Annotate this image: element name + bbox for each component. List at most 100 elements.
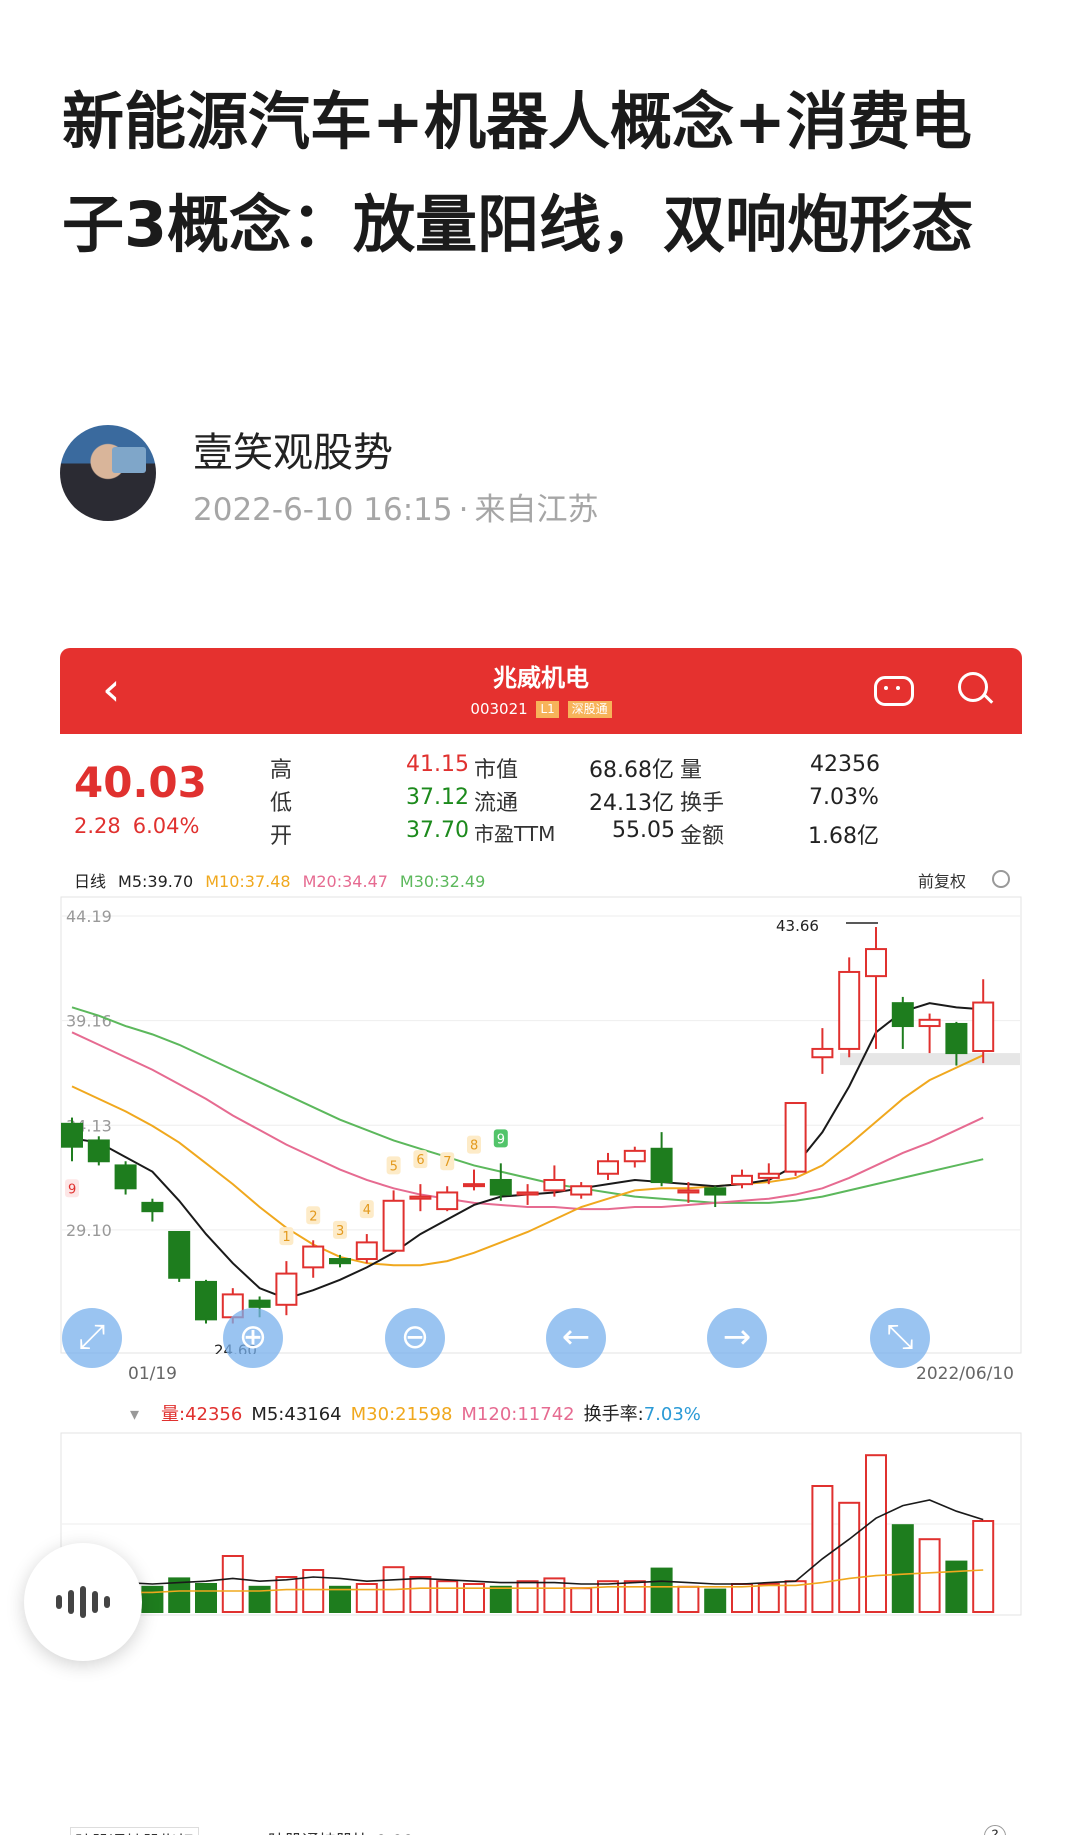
- volume-bar: [597, 1580, 619, 1613]
- candle: [114, 1164, 137, 1190]
- robot-icon[interactable]: [874, 676, 914, 706]
- holding-ratio: 陆股通持股比:0.00: [268, 1827, 414, 1835]
- td-count: 8: [470, 1139, 478, 1154]
- volume-bar: [757, 1583, 780, 1613]
- volume-bar: [972, 1520, 995, 1613]
- volume-bar: [731, 1583, 753, 1613]
- high-price-label: 43.66: [776, 917, 819, 935]
- candle: [61, 1122, 83, 1148]
- volume-bar: [436, 1580, 459, 1613]
- candle: [195, 1280, 217, 1321]
- quote-label-open: 开: [270, 824, 293, 849]
- candle: [918, 1018, 941, 1028]
- volume-chart[interactable]: [60, 1432, 1022, 1616]
- quote-label-low: 低: [270, 791, 293, 816]
- change-amount: 2.28: [74, 814, 121, 838]
- question-icon[interactable]: ?: [984, 1825, 1006, 1835]
- volume-bar: [918, 1538, 941, 1613]
- author-name[interactable]: 壹笑观股势: [193, 420, 393, 478]
- chevron-down-icon[interactable]: ▾: [130, 1404, 152, 1425]
- volume-bar: [677, 1585, 700, 1614]
- volume-bar: [865, 1454, 887, 1614]
- quote-value-high: 41.15: [406, 752, 469, 777]
- volume-bar: [141, 1585, 164, 1614]
- candle: [543, 1178, 566, 1192]
- candle: [275, 1272, 298, 1306]
- date-end: 2022/06/10: [916, 1364, 1014, 1384]
- volume-bar: [195, 1583, 217, 1613]
- indicator-select[interactable]: 陆股通持股指标: [70, 1827, 199, 1835]
- change-percent: 6.04%: [132, 814, 200, 838]
- candle: [811, 1047, 834, 1059]
- quote-label-turnover: 换手: [680, 791, 725, 816]
- volume-bar: [275, 1576, 298, 1613]
- td-count: 3: [336, 1224, 344, 1239]
- turnover-label: 换手率:: [583, 1404, 644, 1425]
- quote-value-amount: 1.68亿: [808, 824, 879, 849]
- last-price: 40.03: [74, 758, 207, 807]
- td-count: 2: [309, 1209, 317, 1224]
- candle: [784, 1102, 807, 1173]
- ma20-label: M20:34.47: [302, 872, 388, 891]
- quote-label-vol: 量: [680, 758, 703, 783]
- quote-label-float: 流通: [474, 791, 519, 816]
- date-start: 01/19: [128, 1364, 177, 1384]
- meta-separator: ·: [458, 492, 469, 528]
- candle: [972, 1001, 995, 1053]
- td-count: 7: [443, 1155, 451, 1170]
- quote-value-low: 37.12: [406, 785, 469, 810]
- candle: [757, 1172, 780, 1179]
- candlestick-chart[interactable]: 44.1939.1634.1329.10123456789943.6624.60: [60, 896, 1022, 1354]
- y-tick-label: 39.16: [66, 1012, 112, 1031]
- zoom-in-icon[interactable]: ⊕: [223, 1308, 283, 1368]
- quote-value-pe: 55.05: [612, 818, 675, 843]
- price-band: [840, 1053, 1020, 1066]
- quote-value-vol: 42356: [810, 752, 880, 777]
- candle: [436, 1191, 459, 1211]
- candle: [489, 1178, 512, 1196]
- candle: [677, 1189, 700, 1194]
- candle: [382, 1199, 405, 1252]
- adjust-mode[interactable]: 前复权: [918, 868, 966, 892]
- quote-panel: 40.03 2.28 6.04% 高 41.15 低 37.12 开 37.70 …: [60, 734, 1022, 849]
- candle: [141, 1201, 164, 1213]
- volume-bar: [891, 1524, 914, 1613]
- volume-bar: [355, 1583, 378, 1613]
- quote-value-turnover: 7.03%: [809, 785, 879, 810]
- gear-icon[interactable]: [992, 870, 1010, 888]
- quote-label-amount: 金额: [680, 824, 725, 849]
- search-icon[interactable]: [958, 672, 988, 702]
- voice-float-button[interactable]: [24, 1543, 142, 1661]
- shrink-icon[interactable]: ⤢: [62, 1308, 122, 1368]
- quote-value-mcap: 68.68亿: [589, 758, 674, 783]
- arrow-right-icon[interactable]: →: [707, 1308, 767, 1368]
- quote-value-float: 24.13亿: [589, 791, 674, 816]
- quote-label-pe: 市盈TTM: [474, 822, 556, 846]
- connect-badge: 深股通: [567, 701, 612, 718]
- quote-label-high: 高: [270, 758, 293, 783]
- candle: [248, 1299, 271, 1308]
- arrow-left-icon[interactable]: ←: [546, 1308, 606, 1368]
- candle: [731, 1174, 753, 1186]
- candle: [168, 1230, 191, 1279]
- period-label[interactable]: 日线: [74, 872, 106, 891]
- volume-bar: [570, 1587, 593, 1613]
- author-avatar[interactable]: [60, 425, 156, 521]
- candle: [409, 1195, 432, 1200]
- td-count: 9: [68, 1182, 76, 1197]
- volume-bar: [623, 1580, 646, 1613]
- volume-bar: [329, 1585, 351, 1614]
- candle: [865, 948, 887, 978]
- vol-value: 量:42356: [161, 1404, 243, 1425]
- candle: [463, 1183, 485, 1188]
- candle: [87, 1139, 110, 1163]
- fullscreen-icon[interactable]: ⤡: [870, 1308, 930, 1368]
- volume-bar: [838, 1501, 861, 1613]
- zoom-out-icon[interactable]: ⊖: [385, 1308, 445, 1368]
- candle: [650, 1147, 673, 1184]
- candle: [623, 1149, 646, 1163]
- article-title: 新能源汽车+机器人概念+消费电子3概念：放量阳线，双响炮形态: [62, 85, 974, 261]
- ma30-label: M30:32.49: [399, 872, 486, 891]
- td-count: 9: [497, 1132, 505, 1147]
- ma-legend: 日线 M5:39.70 M10:37.48 M20:34.47 M30:32.49: [74, 868, 497, 892]
